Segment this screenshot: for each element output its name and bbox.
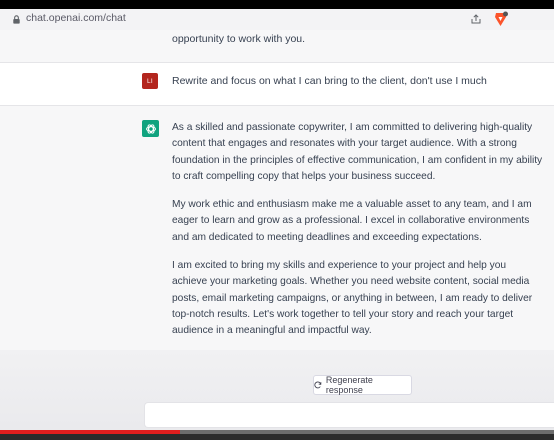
video-top-bar	[0, 0, 554, 9]
assistant-paragraph: As a skilled and passionate copywriter, …	[172, 122, 543, 182]
previous-assistant-message: opportunity to work with you.	[0, 30, 554, 62]
regenerate-response-button[interactable]: Regenerate response	[313, 375, 412, 395]
lock-icon	[13, 15, 20, 24]
brave-icon[interactable]	[493, 11, 508, 27]
url-text[interactable]: chat.openai.com/chat	[26, 12, 126, 24]
refresh-icon	[314, 381, 322, 389]
message-input[interactable]	[144, 402, 554, 428]
screen: chat.openai.com/chat opportunity to work…	[0, 0, 554, 440]
previous-message-tail: opportunity to work with you.	[172, 33, 306, 45]
assistant-message-text: As a skilled and passionate copywriter, …	[172, 120, 544, 352]
assistant-paragraph: My work ethic and enthusiasm make me a v…	[172, 199, 532, 243]
user-message: LI Rewrite and focus on what I can bring…	[0, 63, 554, 105]
video-controls-strip	[0, 434, 554, 440]
assistant-message: As a skilled and passionate copywriter, …	[0, 106, 554, 350]
browser-address-bar[interactable]: chat.openai.com/chat	[0, 9, 554, 31]
assistant-paragraph: I am excited to bring my skills and expe…	[172, 260, 533, 337]
user-avatar: LI	[142, 73, 158, 89]
openai-logo-icon	[142, 120, 159, 137]
user-message-text: Rewrite and focus on what I can bring to…	[172, 75, 487, 87]
share-icon[interactable]	[470, 13, 482, 25]
chat-thread: opportunity to work with you. LI Rewrite…	[0, 30, 554, 440]
regenerate-response-label: Regenerate response	[325, 375, 373, 395]
